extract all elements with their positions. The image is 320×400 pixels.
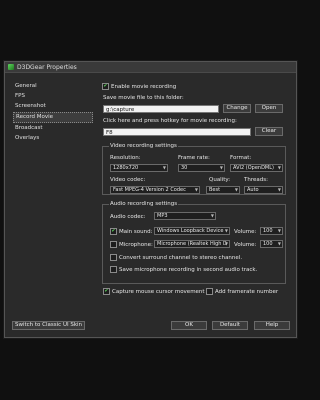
chevron-down-icon: ▼ bbox=[162, 165, 166, 170]
video-codec-label: Video codec: bbox=[110, 177, 146, 183]
video-group-title: Video recording settings bbox=[109, 143, 178, 149]
hotkey-input[interactable]: F8 bbox=[103, 128, 251, 136]
app-logo-icon bbox=[8, 64, 14, 70]
chevron-down-icon: ▼ bbox=[277, 241, 281, 246]
threads-label: Threads: bbox=[244, 177, 268, 183]
mic-volume-label: Volume: bbox=[234, 242, 257, 248]
framerate-select[interactable]: 30 ▼ bbox=[178, 164, 225, 172]
microphone-device-select[interactable]: Microphone (Realtek High D ▼ bbox=[154, 240, 230, 248]
separate-track-checkbox[interactable] bbox=[110, 266, 117, 273]
chevron-down-icon: ▼ bbox=[224, 241, 228, 246]
main-sound-row[interactable]: ✔ Main sound: bbox=[110, 228, 152, 235]
sidebar-item-record-movie[interactable]: Record Movie bbox=[13, 112, 93, 123]
format-value: AVI2 (OpenDML) bbox=[233, 165, 274, 171]
clear-hotkey-button[interactable]: Clear bbox=[255, 127, 283, 136]
audio-codec-value: MP3 bbox=[157, 213, 168, 219]
main-sound-checkbox[interactable]: ✔ bbox=[110, 228, 117, 235]
save-folder-input[interactable]: g:\capture bbox=[103, 105, 219, 113]
resolution-label: Resolution: bbox=[110, 155, 141, 161]
help-button[interactable]: Help bbox=[254, 321, 290, 330]
sidebar-item-screenshot[interactable]: Screenshot bbox=[13, 102, 93, 111]
chevron-down-icon: ▼ bbox=[277, 165, 281, 170]
change-folder-button[interactable]: Change bbox=[223, 104, 251, 113]
video-codec-value: Fast MPEG-4 Version 2 Codec bbox=[113, 187, 186, 193]
resolution-value: 1280x720 bbox=[113, 165, 139, 171]
title-bar[interactable]: D3DGear Properties bbox=[5, 62, 296, 73]
main-sound-label: Main sound: bbox=[119, 228, 153, 235]
separate-track-row[interactable]: Save microphone recording in second audi… bbox=[110, 266, 257, 273]
ok-button[interactable]: OK bbox=[171, 321, 207, 330]
framerate-value: 30 bbox=[181, 165, 188, 171]
open-folder-button[interactable]: Open bbox=[255, 104, 283, 113]
microphone-label: Microphone: bbox=[119, 241, 153, 248]
chevron-down-icon: ▼ bbox=[194, 187, 198, 192]
resolution-select[interactable]: 1280x720 ▼ bbox=[110, 164, 168, 172]
hotkey-label: Click here and press hotkey for movie re… bbox=[103, 118, 237, 124]
sidebar-item-broadcast[interactable]: Broadcast bbox=[13, 124, 93, 133]
format-label: Format: bbox=[230, 155, 252, 161]
framerate-label: Frame rate: bbox=[178, 155, 210, 161]
default-button[interactable]: Default bbox=[212, 321, 248, 330]
chevron-down-icon: ▼ bbox=[234, 187, 238, 192]
properties-window: D3DGear Properties General FPS Screensho… bbox=[4, 61, 297, 338]
surround-checkbox[interactable] bbox=[110, 254, 117, 261]
mic-volume-value: 100 bbox=[263, 241, 273, 247]
microphone-row[interactable]: Microphone: bbox=[110, 241, 153, 248]
main-sound-device-value: Windows Loopback Device bbox=[157, 228, 224, 234]
capture-cursor-row[interactable]: ✔ Capture mouse cursor movement bbox=[103, 288, 205, 295]
framerate-number-row[interactable]: Add framerate number bbox=[206, 288, 278, 295]
microphone-checkbox[interactable] bbox=[110, 241, 117, 248]
surround-label: Convert surround channel to stereo chann… bbox=[119, 254, 243, 261]
framerate-number-label: Add framerate number bbox=[215, 288, 279, 295]
quality-select[interactable]: Best ▼ bbox=[206, 186, 240, 194]
framerate-number-checkbox[interactable] bbox=[206, 288, 213, 295]
sidebar-item-fps[interactable]: FPS bbox=[13, 92, 93, 101]
chevron-down-icon: ▼ bbox=[277, 228, 281, 233]
sidebar-item-general[interactable]: General bbox=[13, 82, 93, 91]
separate-track-label: Save microphone recording in second audi… bbox=[119, 266, 258, 273]
microphone-device-value: Microphone (Realtek High D bbox=[157, 241, 227, 247]
capture-cursor-label: Capture mouse cursor movement bbox=[112, 288, 205, 295]
audio-group-title: Audio recording settings bbox=[109, 201, 179, 207]
window-title: D3DGear Properties bbox=[17, 63, 77, 71]
chevron-down-icon: ▼ bbox=[210, 213, 214, 218]
video-settings-group: Video recording settings Resolution: 128… bbox=[102, 143, 286, 195]
chevron-down-icon: ▼ bbox=[224, 228, 228, 233]
chevron-down-icon: ▼ bbox=[219, 165, 223, 170]
audio-codec-label: Audio codec: bbox=[110, 214, 146, 220]
video-codec-select[interactable]: Fast MPEG-4 Version 2 Codec ▼ bbox=[110, 186, 200, 194]
threads-value: Auto bbox=[247, 187, 259, 193]
main-volume-value: 100 bbox=[263, 228, 273, 234]
audio-settings-group: Audio recording settings Audio codec: MP… bbox=[102, 201, 286, 284]
main-sound-device-select[interactable]: Windows Loopback Device ▼ bbox=[154, 227, 230, 235]
chevron-down-icon: ▼ bbox=[277, 187, 281, 192]
capture-cursor-checkbox[interactable]: ✔ bbox=[103, 288, 110, 295]
audio-codec-select[interactable]: MP3 ▼ bbox=[154, 212, 216, 220]
enable-recording-label: Enable movie recording bbox=[111, 83, 177, 90]
quality-value: Best bbox=[209, 187, 221, 193]
save-folder-label: Save movie file to this folder: bbox=[103, 95, 184, 101]
sidebar-item-overlays[interactable]: Overlays bbox=[13, 134, 93, 143]
threads-select[interactable]: Auto ▼ bbox=[244, 186, 283, 194]
format-select[interactable]: AVI2 (OpenDML) ▼ bbox=[230, 164, 283, 172]
switch-classic-skin-button[interactable]: Switch to Classic UI Skin bbox=[12, 321, 85, 330]
main-volume-select[interactable]: 100 ▼ bbox=[260, 227, 283, 235]
mic-volume-select[interactable]: 100 ▼ bbox=[260, 240, 283, 248]
surround-row[interactable]: Convert surround channel to stereo chann… bbox=[110, 254, 242, 261]
main-volume-label: Volume: bbox=[234, 229, 257, 235]
quality-label: Quality: bbox=[209, 177, 231, 183]
enable-recording-row[interactable]: ✔ Enable movie recording bbox=[102, 83, 176, 90]
sidebar: General FPS Screenshot Record Movie Broa… bbox=[13, 82, 93, 143]
enable-recording-checkbox[interactable]: ✔ bbox=[102, 83, 109, 90]
